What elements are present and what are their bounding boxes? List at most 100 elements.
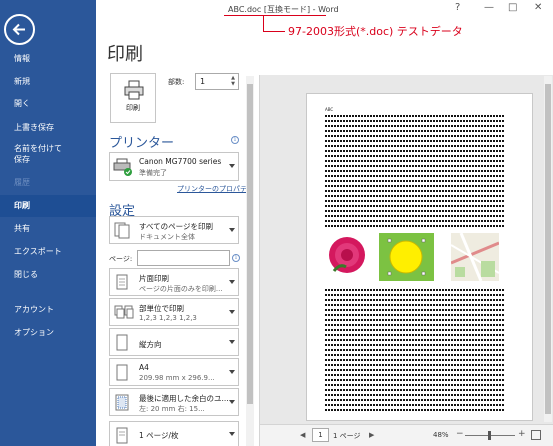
page-number-input[interactable]: 1 — [312, 428, 329, 442]
nav-share[interactable]: 共有 — [0, 218, 96, 240]
arrow-left-icon — [12, 23, 25, 36]
pages-label: ページ: — [109, 255, 133, 263]
text-line — [325, 170, 505, 172]
collate-dropdown[interactable]: 部単位で印刷 1,2,3 1,2,3 1,2,3 — [109, 298, 239, 326]
paper-size-dropdown[interactable]: A4 209.98 mm x 296.9... — [109, 358, 239, 386]
info-icon[interactable]: i — [232, 254, 240, 262]
text-line — [325, 220, 505, 222]
collate-detail: 1,2,3 1,2,3 1,2,3 — [139, 314, 197, 322]
printer-properties-link[interactable]: プリンターのプロパティ — [177, 184, 254, 194]
nav-print[interactable]: 印刷 — [0, 195, 96, 217]
text-line — [325, 185, 505, 187]
nav-save-as[interactable]: 名前を付けて 保存 — [0, 140, 96, 168]
text-line — [325, 200, 505, 202]
text-line — [325, 115, 505, 117]
orientation-dropdown[interactable]: 縦方向 — [109, 328, 239, 356]
text-block — [325, 115, 505, 230]
copies-stepper[interactable]: ▲ ▼ — [229, 75, 237, 87]
zoom-out-button[interactable]: − — [456, 429, 464, 439]
nav-account[interactable]: アカウント — [0, 299, 96, 321]
text-line — [325, 324, 505, 326]
chevron-down-icon — [229, 228, 235, 232]
text-line — [325, 389, 505, 391]
back-button[interactable] — [4, 14, 35, 45]
text-line — [325, 175, 505, 177]
text-line — [325, 354, 505, 356]
print-range-detail: ドキュメント全体 — [139, 233, 195, 241]
text-line — [325, 155, 505, 157]
paper-size-icon — [116, 364, 128, 381]
copies-label: 部数: — [168, 78, 185, 86]
pages-per-sheet-label: 1 ページ/枚 — [139, 431, 179, 440]
next-page-icon[interactable]: ▶ — [369, 431, 374, 439]
zoom-slider-thumb[interactable] — [488, 431, 491, 440]
text-line — [325, 210, 505, 212]
collate-icon — [114, 305, 134, 319]
text-line — [325, 369, 505, 371]
duplex-label: 片面印刷 — [139, 274, 169, 283]
margins-icon — [115, 394, 129, 411]
margins-dropdown[interactable]: 最後に適用した余白のユ... 左: 20 mm 右: 15... — [109, 388, 239, 416]
nav-save-as-line1: 名前を付けて — [14, 144, 62, 153]
minimize-button[interactable]: — — [484, 2, 494, 14]
info-icon[interactable]: i — [231, 136, 239, 144]
maximize-button[interactable]: □ — [508, 2, 517, 14]
chevron-down-icon — [229, 340, 235, 344]
text-line — [325, 394, 505, 396]
margins-label: 最後に適用した余白のユ... — [139, 394, 229, 403]
zoom-in-button[interactable]: + — [518, 429, 526, 439]
printer-icon — [124, 80, 144, 100]
nav-close[interactable]: 閉じる — [0, 264, 96, 286]
text-line — [325, 404, 505, 406]
text-line — [325, 205, 505, 207]
preview-scrollbar-thumb[interactable] — [545, 84, 551, 414]
text-line — [325, 160, 505, 162]
chevron-down-icon — [229, 370, 235, 374]
text-line — [325, 344, 505, 346]
settings-scrollbar-thumb[interactable] — [247, 84, 253, 404]
text-line — [325, 384, 505, 386]
nav-history: 履歴 — [14, 178, 30, 187]
nav-new[interactable]: 新規 — [0, 71, 96, 93]
pages-input[interactable] — [137, 250, 230, 266]
text-line — [325, 180, 505, 182]
printer-dropdown[interactable]: Canon MG7700 series 準備完了 — [109, 152, 239, 181]
page-title: 印刷 — [107, 44, 143, 65]
text-line — [325, 359, 505, 361]
text-line — [325, 165, 505, 167]
chevron-down-icon — [229, 164, 235, 168]
single-side-icon — [116, 274, 128, 290]
nav-options[interactable]: オプション — [0, 322, 96, 344]
page-count-label: 1 ページ — [333, 432, 361, 440]
pages-per-sheet-dropdown[interactable]: 1 ページ/枚 — [109, 421, 239, 446]
callout-line — [263, 15, 264, 31]
print-range-dropdown[interactable]: すべてのページを印刷 ドキュメント全体 — [109, 216, 239, 244]
collate-label: 部単位で印刷 — [139, 304, 184, 313]
text-line — [325, 329, 505, 331]
copies-input[interactable]: 1 ▲ ▼ — [195, 73, 239, 90]
chevron-down-icon — [229, 280, 235, 284]
close-button[interactable]: ✕ — [534, 2, 542, 14]
nav-save[interactable]: 上書き保存 — [0, 117, 96, 139]
page-header-text: ABC — [325, 107, 334, 112]
text-line — [325, 399, 505, 401]
preview-status-bar: ◀ 1 1 ページ ▶ 48% − + — [260, 424, 553, 446]
nav-info[interactable]: 情報 — [0, 48, 96, 70]
nav-save-as-line2: 保存 — [14, 155, 30, 164]
margins-detail: 左: 20 mm 右: 15... — [139, 405, 205, 413]
text-line — [325, 135, 505, 137]
nav-export[interactable]: エクスポート — [0, 241, 96, 263]
print-button[interactable]: 印刷 — [110, 73, 156, 123]
text-line — [325, 225, 505, 227]
word-backstage-window: 情報 新規 開く 上書き保存 名前を付けて 保存 履歴 印刷 共有 エクスポート… — [0, 0, 553, 446]
help-button[interactable]: ? — [455, 2, 460, 14]
paper-size-label: A4 — [139, 363, 149, 372]
chevron-down-icon — [229, 432, 235, 436]
nav-open[interactable]: 開く — [0, 93, 96, 115]
text-line — [325, 125, 505, 127]
text-line — [325, 289, 505, 291]
zoom-to-page-icon[interactable] — [531, 430, 541, 440]
backstage-nav: 情報 新規 開く 上書き保存 名前を付けて 保存 履歴 印刷 共有 エクスポート… — [0, 0, 96, 446]
duplex-dropdown[interactable]: 片面印刷 ページの片面のみを印刷... — [109, 268, 239, 296]
previous-page-icon[interactable]: ◀ — [300, 431, 305, 439]
